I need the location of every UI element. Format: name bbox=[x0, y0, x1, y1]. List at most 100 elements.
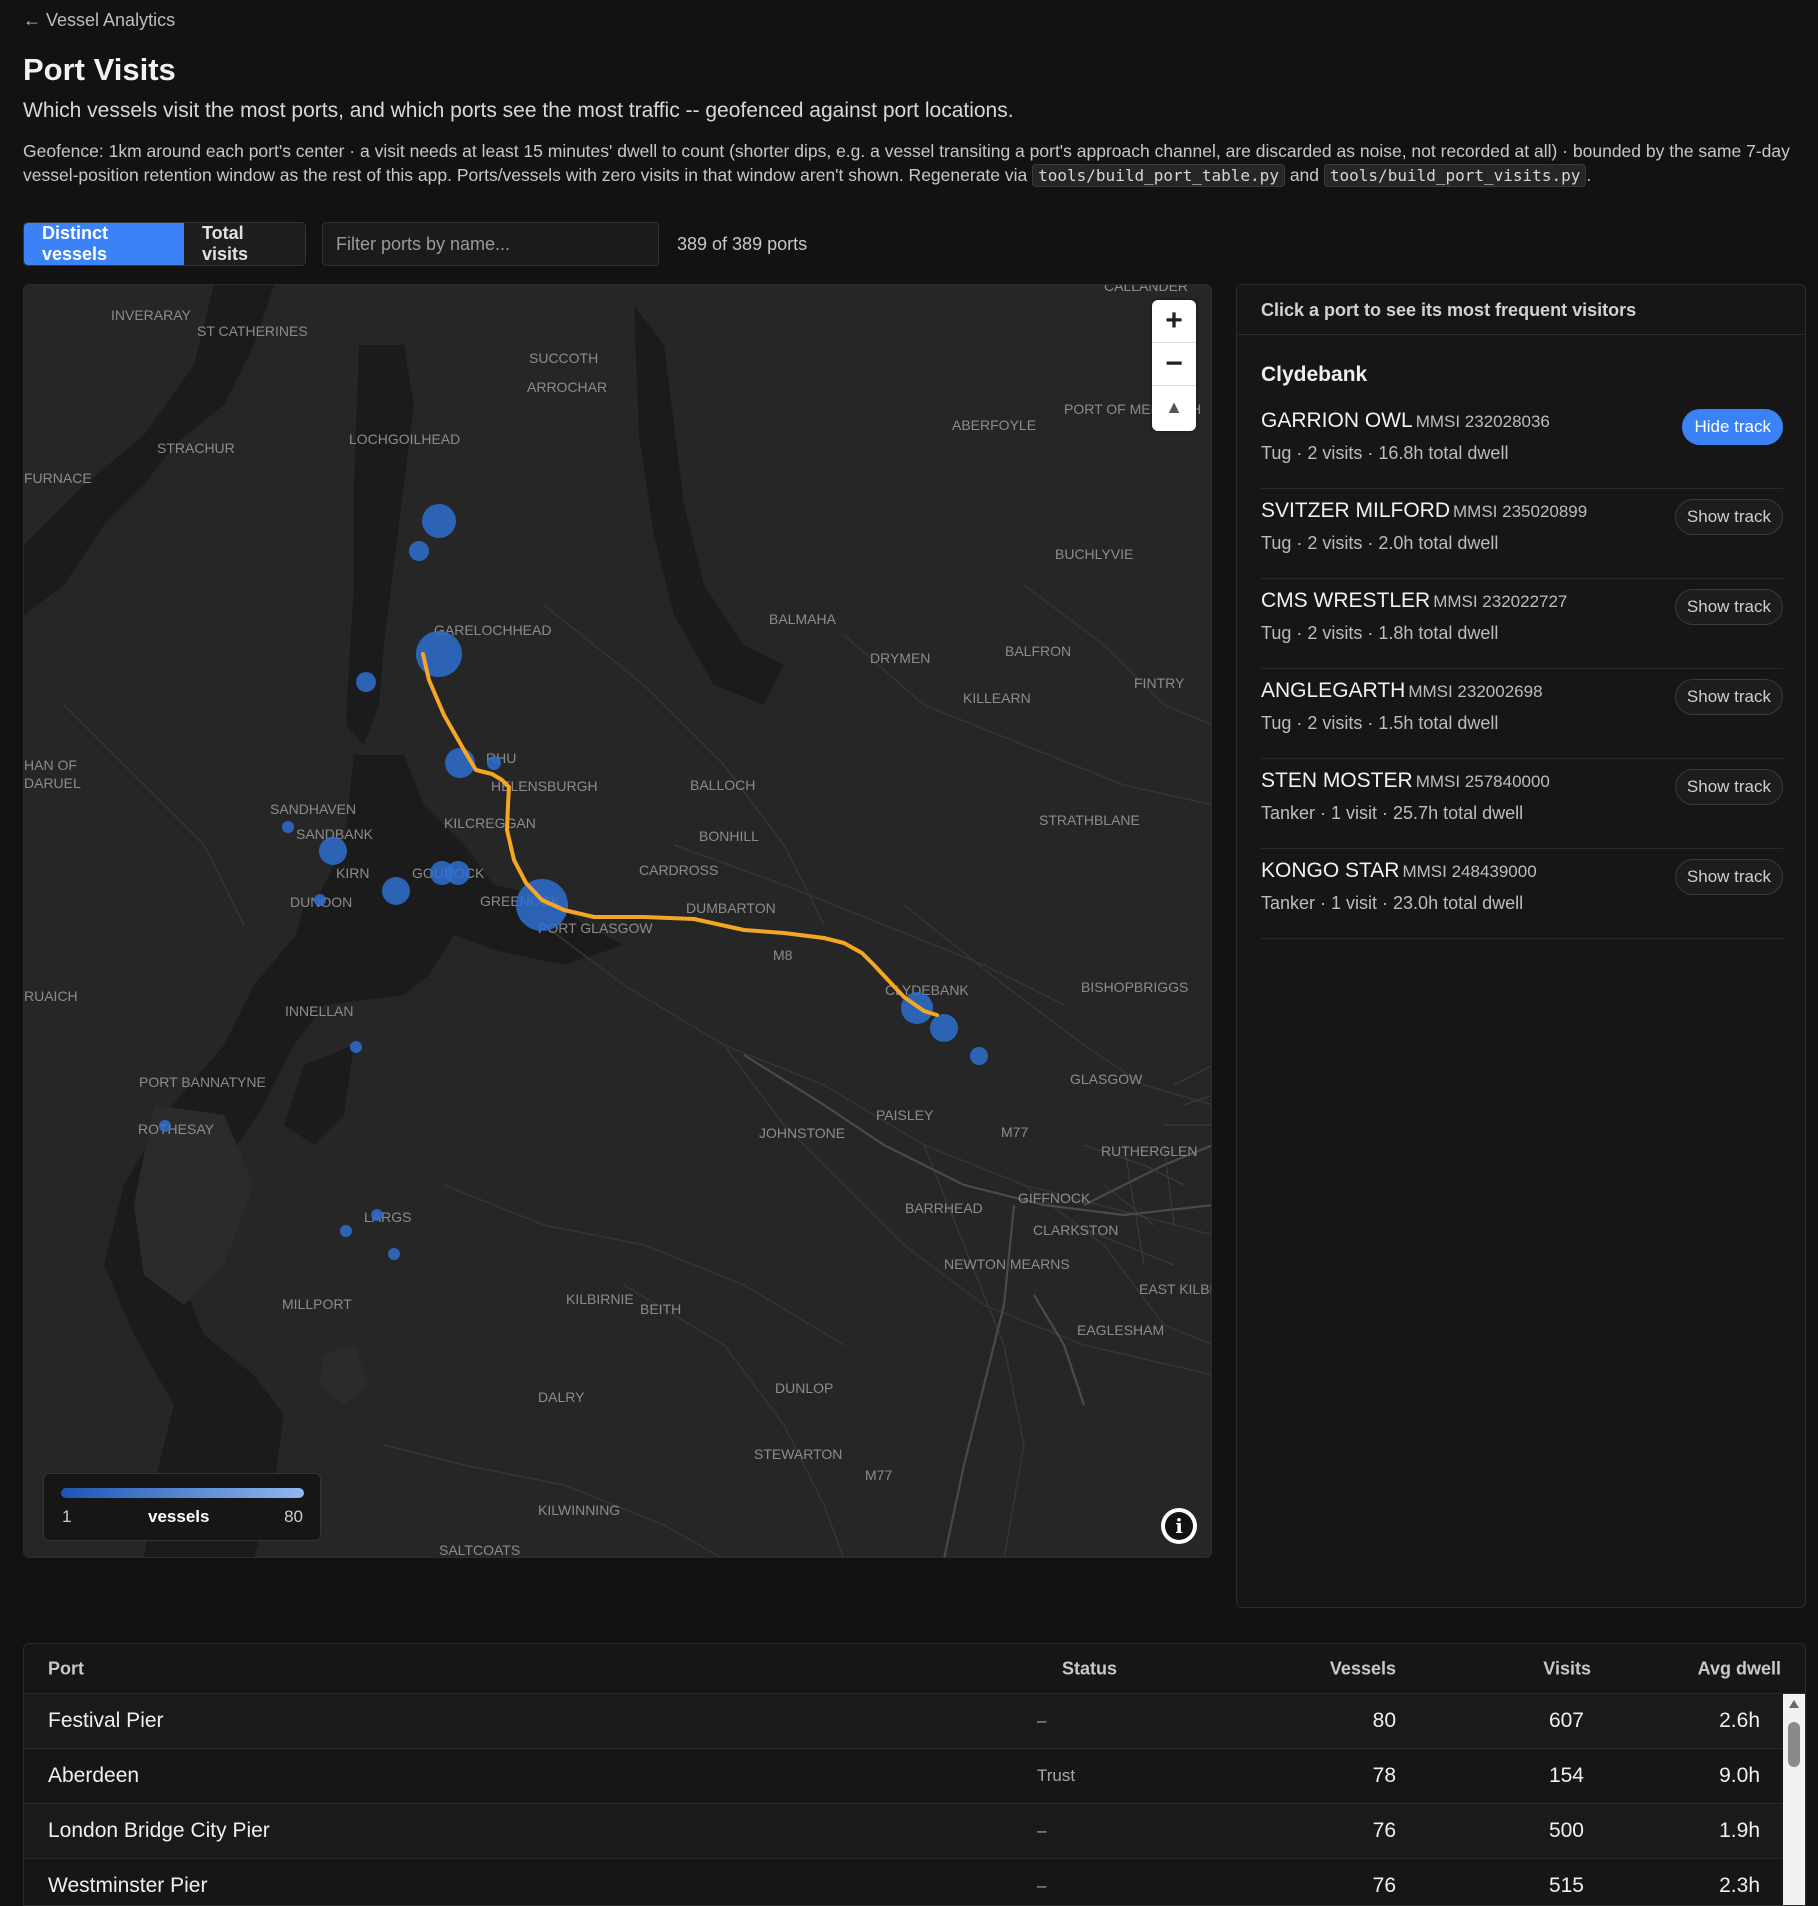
map-label: BONHILL bbox=[699, 828, 759, 844]
show-track-button[interactable]: Show track bbox=[1674, 679, 1783, 715]
code-build-port-visits: tools/build_port_visits.py bbox=[1323, 164, 1587, 187]
port-bubble bbox=[487, 756, 501, 770]
page-title: Port Visits bbox=[23, 52, 176, 87]
column-header-vessels[interactable]: Vessels bbox=[1330, 1658, 1396, 1679]
cell-port: Festival Pier bbox=[48, 1709, 164, 1732]
cell-avg-dwell: 2.6h bbox=[1719, 1709, 1760, 1732]
table-row[interactable]: Westminster Pier – 76 515 2.3h bbox=[24, 1859, 1805, 1905]
map-label: FINTRY bbox=[1134, 675, 1185, 691]
map-label: KILLEARN bbox=[963, 690, 1031, 706]
scroll-up-arrow-icon[interactable] bbox=[1789, 1700, 1799, 1708]
vessel-meta: Tug · 2 visits · 1.8h total dwell bbox=[1261, 623, 1499, 643]
map-label: BEITH bbox=[640, 1301, 681, 1317]
selected-port-name: Clydebank bbox=[1261, 363, 1368, 386]
legend-gradient-bar bbox=[61, 1488, 304, 1498]
column-header-avg-dwell[interactable]: Avg dwell bbox=[1698, 1658, 1781, 1679]
port-bubble bbox=[422, 504, 456, 538]
zoom-out-button[interactable]: − bbox=[1152, 343, 1196, 386]
port-bubble bbox=[159, 1120, 171, 1132]
cell-visits: 500 bbox=[1548, 1819, 1584, 1842]
map-label: ST CATHERINES bbox=[197, 323, 308, 339]
map-label: CALLANDER bbox=[1104, 285, 1188, 294]
hide-track-button[interactable]: Hide track bbox=[1682, 409, 1783, 445]
port-bubble bbox=[356, 672, 376, 692]
vessel-name: STEN MOSTER MMSI 257840000 bbox=[1261, 769, 1550, 793]
map-label: PORT BANNATYNE bbox=[139, 1074, 266, 1090]
port-bubble bbox=[382, 877, 410, 905]
map-label: INVERARAY bbox=[111, 307, 192, 323]
vessel-row: GARRION OWL MMSI 232028036 Tug · 2 visits… bbox=[1261, 399, 1783, 489]
port-bubble bbox=[388, 1248, 400, 1260]
map-label: DUMBARTON bbox=[686, 900, 776, 916]
show-track-button[interactable]: Show track bbox=[1674, 769, 1783, 805]
compass-button[interactable]: ▲ bbox=[1152, 386, 1196, 429]
show-track-button[interactable]: Show track bbox=[1674, 589, 1783, 625]
port-filter-input[interactable] bbox=[322, 222, 659, 266]
cell-visits: 607 bbox=[1548, 1709, 1584, 1732]
cell-avg-dwell: 2.3h bbox=[1719, 1874, 1760, 1897]
column-header-visits[interactable]: Visits bbox=[1543, 1658, 1591, 1679]
vessel-name-text: KONGO STAR bbox=[1261, 859, 1400, 882]
code-build-port-table: tools/build_port_table.py bbox=[1032, 164, 1285, 187]
vessel-mmsi: MMSI 232028036 bbox=[1415, 412, 1550, 431]
column-header-status[interactable]: Status bbox=[1062, 1658, 1117, 1679]
map-label: MILLPORT bbox=[282, 1296, 352, 1312]
cell-port: Westminster Pier bbox=[48, 1874, 208, 1897]
show-track-button[interactable]: Show track bbox=[1674, 499, 1783, 535]
vessel-list: GARRION OWL MMSI 232028036 Tug · 2 visits… bbox=[1261, 399, 1783, 939]
map-canvas[interactable]: INVERARAY ST CATHERINES SUCCOTH ARROCHAR… bbox=[24, 285, 1212, 1558]
cell-status: – bbox=[1037, 1876, 1047, 1895]
cell-vessels: 80 bbox=[1372, 1709, 1396, 1732]
vessel-name: GARRION OWL MMSI 232028036 bbox=[1261, 409, 1550, 433]
map-panel[interactable]: INVERARAY ST CATHERINES SUCCOTH ARROCHAR… bbox=[23, 284, 1212, 1558]
vessel-row: CMS WRESTLER MMSI 232022727 Tug · 2 visit… bbox=[1261, 579, 1783, 669]
port-bubble bbox=[350, 1041, 362, 1053]
column-header-port[interactable]: Port bbox=[48, 1658, 84, 1679]
legend-min: 1 bbox=[62, 1507, 72, 1526]
vessel-name-text: CMS WRESTLER bbox=[1261, 589, 1431, 612]
map-label: INNELLAN bbox=[285, 1003, 353, 1019]
map-label: STEWARTON bbox=[754, 1446, 842, 1462]
map-label: HAN OF bbox=[24, 757, 77, 773]
vessel-name-text: GARRION OWL bbox=[1261, 409, 1413, 432]
vessel-name: KONGO STAR MMSI 248439000 bbox=[1261, 859, 1537, 883]
map-label: RUAICH bbox=[24, 988, 78, 1004]
table-row[interactable]: Festival Pier – 80 607 2.6h bbox=[24, 1694, 1805, 1749]
port-bubble bbox=[446, 861, 470, 885]
vessel-name-text: SVITZER MILFORD bbox=[1261, 499, 1451, 522]
map-label: ARROCHAR bbox=[527, 379, 607, 395]
zoom-in-button[interactable]: + bbox=[1152, 300, 1196, 343]
vessel-meta: Tanker · 1 visit · 23.0h total dwell bbox=[1261, 893, 1524, 913]
geofence-description: Geofence: 1km around each port's center … bbox=[23, 139, 1795, 188]
map-label: DUNLOP bbox=[775, 1380, 833, 1396]
map-label: BALLOCH bbox=[690, 777, 755, 793]
table-header: Port Status Vessels Visits Avg dwell bbox=[24, 1644, 1805, 1694]
side-panel-header: Click a port to see its most frequent vi… bbox=[1237, 285, 1805, 335]
vessel-mmsi: MMSI 257840000 bbox=[1415, 772, 1550, 791]
map-label: KILWINNING bbox=[538, 1502, 620, 1518]
side-panel: Click a port to see its most frequent vi… bbox=[1236, 284, 1806, 1608]
vessel-mmsi: MMSI 248439000 bbox=[1402, 862, 1537, 881]
geofence-end: . bbox=[1586, 165, 1592, 185]
vessel-mmsi: MMSI 232022727 bbox=[1433, 592, 1568, 611]
cell-visits: 515 bbox=[1548, 1874, 1584, 1897]
back-link[interactable]: ← Vessel Analytics bbox=[23, 10, 175, 31]
map-label: KILCREGGAN bbox=[444, 815, 536, 831]
page-subtitle: Which vessels visit the most ports, and … bbox=[23, 99, 1014, 122]
map-info-button[interactable]: i bbox=[1161, 1508, 1197, 1544]
vessel-meta: Tanker · 1 visit · 25.7h total dwell bbox=[1261, 803, 1524, 823]
show-track-button[interactable]: Show track bbox=[1674, 859, 1783, 895]
map-label: KIRN bbox=[336, 865, 369, 881]
table-row[interactable]: London Bridge City Pier – 76 500 1.9h bbox=[24, 1804, 1805, 1859]
map-label: EAST KILBRIDE bbox=[1139, 1281, 1212, 1297]
mode-distinct-vessels-button[interactable]: Distinct vessels bbox=[24, 223, 184, 265]
map-label: ROTHESAY bbox=[138, 1121, 215, 1137]
scroll-thumb[interactable] bbox=[1788, 1722, 1800, 1767]
map-label: ABERFOYLE bbox=[952, 417, 1036, 433]
table-row[interactable]: Aberdeen Trust 78 154 9.0h bbox=[24, 1749, 1805, 1804]
map-label: LARGS bbox=[364, 1209, 411, 1225]
mode-total-visits-button[interactable]: Total visits bbox=[184, 223, 305, 265]
vessel-name: SVITZER MILFORD MMSI 235020899 bbox=[1261, 499, 1587, 523]
table-scrollbar[interactable] bbox=[1783, 1694, 1805, 1905]
map-label: M8 bbox=[773, 947, 793, 963]
